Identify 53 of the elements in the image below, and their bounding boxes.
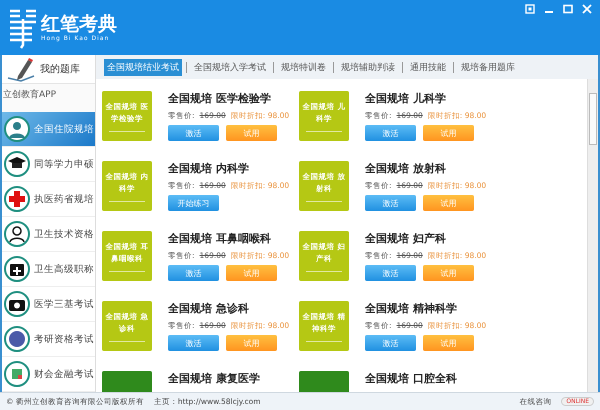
medical-cross-icon [4, 186, 30, 212]
app-title: 红笔考典 [41, 13, 117, 35]
sidebar-item[interactable]: 全国住院规培 [2, 112, 95, 147]
course-title: 全国规培 急诊科 [168, 301, 250, 317]
activate-button[interactable]: 激活 [365, 265, 416, 281]
course-title: 全国规培 内科学 [168, 161, 250, 177]
trial-button[interactable]: 试用 [423, 335, 474, 351]
category-tab[interactable]: 通用技能 [407, 58, 449, 76]
app-label[interactable]: 立创教育APP [2, 84, 95, 112]
category-tab[interactable]: 全国规培结业考试 [104, 58, 182, 76]
activate-button[interactable]: 激活 [168, 125, 219, 141]
sidebar-item[interactable]: 同等学力申硕 [2, 147, 95, 182]
trial-button[interactable]: 试用 [226, 125, 277, 141]
category-tab[interactable]: 规培辅助判读 [338, 58, 398, 76]
maximize-icon[interactable] [563, 4, 573, 14]
trial-button[interactable]: 试用 [423, 195, 474, 211]
restore-icon[interactable] [525, 4, 535, 14]
activate-button[interactable]: 激活 [365, 335, 416, 351]
sidebar-item[interactable]: 考研资格考试 [2, 322, 95, 357]
course-title: 全国规培 儿科学 [365, 91, 447, 107]
sidebar-item[interactable]: 卫生技术资格 [2, 217, 95, 252]
activate-button[interactable]: 激活 [168, 265, 219, 281]
course-title: 全国规培 康复医学 [168, 371, 260, 387]
activate-button[interactable]: 激活 [365, 125, 416, 141]
category-tab[interactable]: 规培备用题库 [458, 58, 518, 76]
course-title: 全国规培 妇产科 [365, 231, 447, 247]
graduation-cap-icon [4, 151, 30, 177]
sidebar-item[interactable]: 执医药省规培 [2, 182, 95, 217]
course-title: 全国规培 精神科学 [365, 301, 458, 317]
course-title: 全国规培 医学检验学 [168, 91, 272, 107]
pencil-icon [6, 56, 36, 82]
nurse-icon [4, 221, 30, 247]
sidebar-item[interactable]: 医学三基考试 [2, 287, 95, 322]
activate-button[interactable]: 激活 [365, 195, 416, 211]
trial-button[interactable]: 试用 [423, 265, 474, 281]
doctor-icon [4, 116, 30, 142]
activate-button[interactable]: 激活 [168, 335, 219, 351]
course-title: 全国规培 放射科 [365, 161, 447, 177]
sidebar-item[interactable]: 财会金融考试 [2, 357, 95, 392]
trial-button[interactable]: 试用 [226, 265, 277, 281]
first-aid-kit-icon [4, 256, 30, 282]
trial-button[interactable]: 试用 [423, 125, 474, 141]
scrollbar[interactable] [587, 79, 598, 392]
close-icon[interactable] [582, 4, 592, 14]
category-tab[interactable]: 全国规培入学考试 [191, 58, 269, 76]
trial-button[interactable]: 试用 [226, 335, 277, 351]
medical-bag-icon [4, 291, 30, 317]
course-title: 全国规培 口腔全科 [365, 371, 457, 387]
sidebar-item[interactable]: 卫生高级职称 [2, 252, 95, 287]
activate-button[interactable]: 开始练习 [168, 195, 219, 211]
category-tab[interactable]: 规培特训卷 [278, 58, 329, 76]
course-title: 全国规培 耳鼻咽喉科 [168, 231, 272, 247]
my-library-header[interactable]: 我的题库 [2, 55, 95, 84]
